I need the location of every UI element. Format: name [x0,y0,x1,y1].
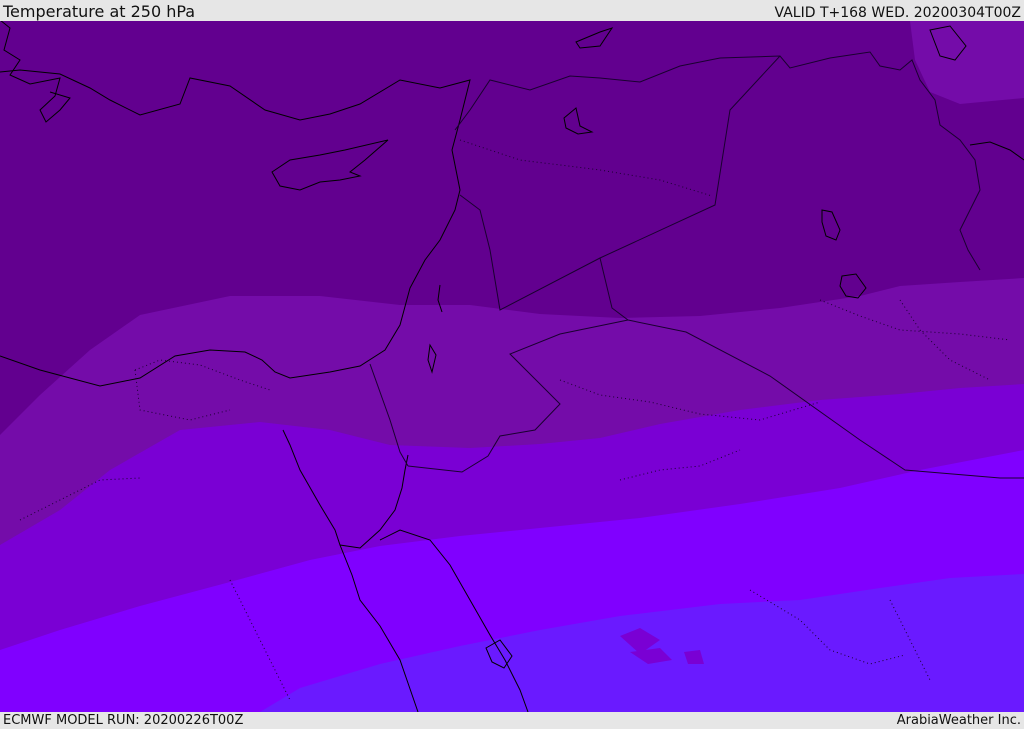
temperature-map [0,21,1024,712]
footer-bar: ECMWF MODEL RUN: 20200226T00Z ArabiaWeat… [0,712,1024,729]
header-bar: Temperature at 250 hPa VALID T+168 WED. … [0,0,1024,21]
model-run-label: ECMWF MODEL RUN: 20200226T00Z [3,713,244,728]
map-canvas [0,21,1024,712]
valid-time: VALID T+168 WED. 20200304T00Z [774,5,1021,21]
map-title: Temperature at 250 hPa [3,2,196,21]
credit-label: ArabiaWeather Inc. [896,713,1021,728]
